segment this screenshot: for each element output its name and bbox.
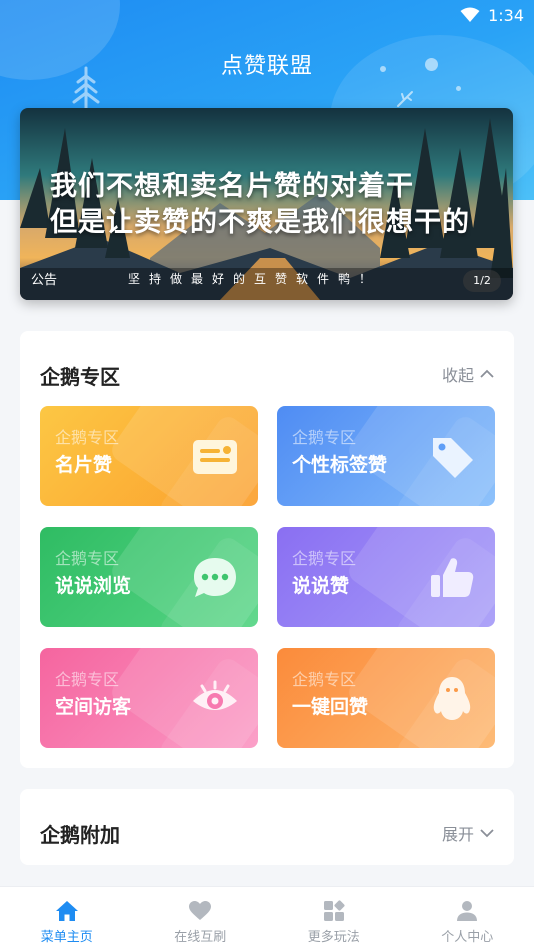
nav-home[interactable]: 菜单主页 (0, 887, 134, 949)
tile-label: 名片赞 (55, 454, 113, 476)
collapse-button[interactable]: 收起 (442, 362, 494, 386)
tile-label: 个性标签赞 (292, 454, 388, 476)
wifi-icon (460, 7, 480, 22)
tile-label: 一键回赞 (292, 696, 369, 718)
qq-section-card: 企鹅专区 收起 企鹅专区 名片赞 企鹅专区 个性标签赞 企鹅专区 说说浏览 企鹅… (20, 331, 514, 768)
carousel-page-indicator: 1/2 (463, 270, 501, 292)
section-title: 企鹅附加 (40, 823, 120, 847)
notice-label: 公告 (31, 273, 58, 288)
bottom-navigation: 菜单主页 在线互刷 更多玩法 个人中心 (0, 886, 534, 949)
tile-subtitle: 企鹅专区 (55, 670, 120, 689)
banner-carousel[interactable]: 我们不想和卖名片赞的对着干 但是让卖赞的不爽是我们很想干的 公告 坚持做最好的互… (20, 108, 513, 300)
eye-icon (193, 680, 237, 710)
chat-icon (194, 558, 236, 597)
tile-subtitle: 企鹅专区 (55, 549, 120, 568)
app-title: 点赞联盟 (220, 54, 313, 79)
tag-icon (433, 438, 473, 478)
tile-tag-like[interactable]: 企鹅专区 个性标签赞 (277, 406, 495, 506)
tile-shuoshuo-like[interactable]: 企鹅专区 说说赞 (277, 527, 495, 627)
heart-icon (189, 901, 212, 920)
tile-one-click-like-back[interactable]: 企鹅专区 一键回赞 (277, 648, 495, 748)
tile-label: 空间访客 (55, 696, 132, 718)
tile-card-like[interactable]: 企鹅专区 名片赞 (40, 406, 258, 506)
expand-button[interactable]: 展开 (442, 821, 494, 845)
nav-label: 在线互刷 (174, 930, 227, 945)
tile-shuoshuo-view[interactable]: 企鹅专区 说说浏览 (40, 527, 258, 627)
thumbs-up-icon (431, 558, 474, 597)
chevron-up-icon (480, 369, 494, 378)
nav-online-swap[interactable]: 在线互刷 (134, 887, 268, 949)
nav-label: 个人中心 (441, 930, 494, 945)
banner-headline-line1: 我们不想和卖名片赞的对着干 (50, 171, 414, 202)
notice-marquee-text: 坚持做最好的互赞软件鸭！ (128, 272, 381, 286)
penguin-icon (433, 677, 471, 720)
tile-label: 说说赞 (292, 575, 350, 597)
status-bar: 1:34 (0, 0, 534, 30)
tile-label: 说说浏览 (55, 575, 132, 597)
nav-label: 更多玩法 (307, 930, 360, 945)
apps-icon (323, 900, 345, 921)
person-icon (457, 901, 478, 921)
tile-subtitle: 企鹅专区 (55, 428, 120, 447)
card-icon (193, 440, 237, 474)
tile-subtitle: 企鹅专区 (292, 549, 357, 568)
nav-profile[interactable]: 个人中心 (401, 887, 534, 949)
home-icon (55, 901, 78, 921)
nav-more-games[interactable]: 更多玩法 (267, 887, 401, 949)
banner-headline-line2: 但是让卖赞的不爽是我们很想干的 (50, 207, 470, 238)
qq-extra-section-card: 企鹅附加 展开 (20, 789, 514, 865)
nav-label: 菜单主页 (40, 930, 93, 945)
tile-space-visitor[interactable]: 企鹅专区 空间访客 (40, 648, 258, 748)
collapse-label: 收起 (441, 366, 474, 385)
chevron-down-icon (480, 829, 494, 838)
expand-label: 展开 (441, 825, 474, 844)
tile-subtitle: 企鹅专区 (292, 670, 357, 689)
leaf-decoration-icon (397, 91, 413, 107)
tile-subtitle: 企鹅专区 (292, 428, 357, 447)
status-time: 1:34 (488, 5, 524, 25)
section-title: 企鹅专区 (40, 365, 120, 389)
